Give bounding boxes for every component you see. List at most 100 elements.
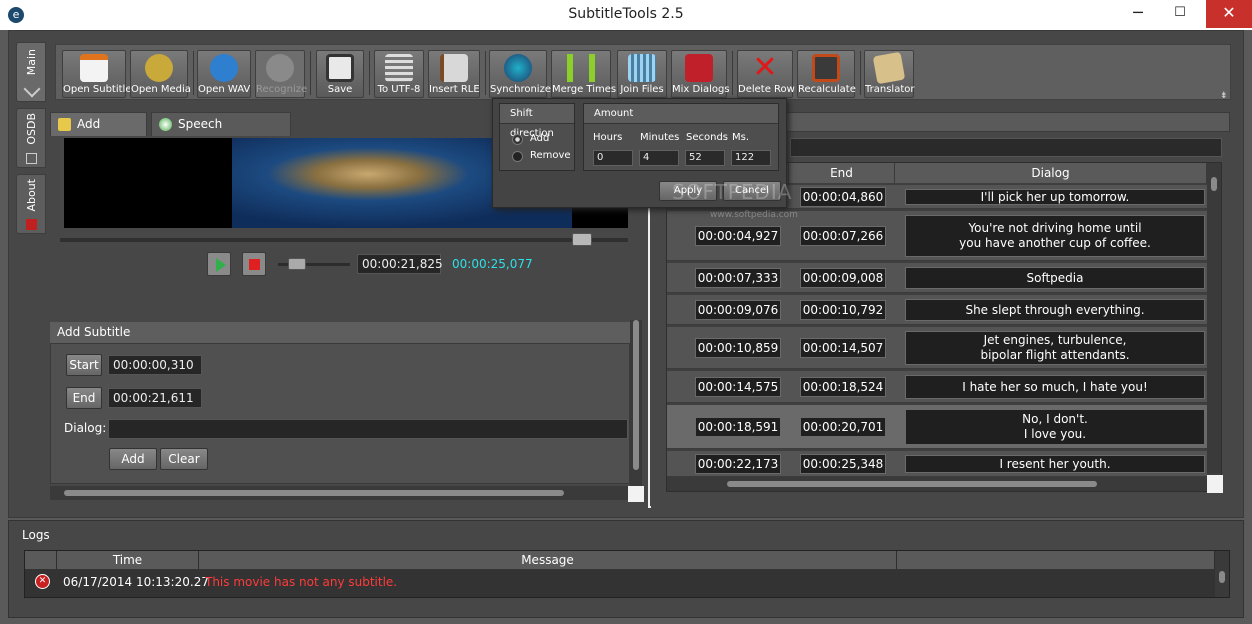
log-time: 06/17/2014 10:13:20.27: [63, 575, 209, 589]
add-radio[interactable]: [512, 134, 523, 145]
end-time-cell[interactable]: 00:00:09,008: [800, 268, 886, 288]
open-wav-label: Open WAV: [198, 84, 251, 95]
logs-header-icon-col: [25, 551, 57, 569]
start-time-cell[interactable]: 00:00:14,575: [695, 377, 781, 397]
clear-button[interactable]: Clear: [160, 448, 208, 470]
side-tab-main[interactable]: Main: [16, 42, 46, 102]
side-tab-about[interactable]: About: [16, 174, 46, 234]
play-button[interactable]: [207, 252, 231, 276]
insert-rle-label: Insert RLE: [429, 84, 480, 95]
grid-hscroll-thumb[interactable]: [727, 481, 1097, 487]
toolbar-separator: [193, 51, 194, 95]
dialog-label: Dialog:: [64, 421, 107, 435]
close-button[interactable]: ✕: [1206, 0, 1252, 28]
stop-icon: [249, 259, 260, 270]
save-button[interactable]: Save: [316, 50, 364, 98]
join-files-button[interactable]: Join Files: [617, 50, 667, 98]
dialog-cell[interactable]: I hate her so much, I hate you!: [905, 375, 1205, 399]
dialog-cell[interactable]: You're not driving home until you have a…: [905, 215, 1205, 257]
end-time-field[interactable]: 00:00:21,611: [108, 388, 202, 408]
end-time-cell[interactable]: 00:00:25,348: [800, 454, 886, 474]
mix-dialogs-button[interactable]: Mix Dialogs: [671, 50, 730, 98]
delete-row-button[interactable]: ✕ Delete Row: [737, 50, 795, 98]
tab-add-subtitle[interactable]: Add Subtitle: [50, 112, 147, 153]
translator-button[interactable]: Translator: [864, 50, 914, 98]
end-time-cell[interactable]: 00:00:07,266: [800, 226, 886, 246]
grid-horizontal-scrollbar[interactable]: [667, 477, 1207, 491]
dialog-cell[interactable]: Jet engines, turbulence, bipolar flight …: [905, 331, 1205, 365]
volume-thumb[interactable]: [288, 258, 306, 270]
synchronize-label: Synchronize: [490, 84, 551, 95]
recognize-button[interactable]: Recognize: [255, 50, 307, 98]
maximize-button[interactable]: ☐: [1160, 0, 1200, 28]
ms-field[interactable]: 122: [731, 150, 771, 166]
logs-header: Logs: [22, 528, 50, 542]
start-time-cell[interactable]: 00:00:04,927: [695, 226, 781, 246]
dialog-cell[interactable]: I'll pick her up tomorrow.: [905, 189, 1205, 205]
start-time-cell[interactable]: 00:00:22,173: [695, 454, 781, 474]
remove-radio[interactable]: [512, 151, 523, 162]
remove-radio-label[interactable]: Remove: [530, 150, 571, 161]
start-time-field[interactable]: 00:00:00,310: [108, 355, 202, 375]
grid-header-dialog[interactable]: Dialog: [895, 163, 1207, 183]
stop-button[interactable]: [242, 252, 266, 276]
open-subtitle-label: Open Subtitle: [63, 84, 132, 95]
dialog-cell[interactable]: I resent her youth.: [905, 455, 1205, 473]
seek-track[interactable]: [60, 238, 628, 242]
open-media-button[interactable]: Open Media: [130, 50, 191, 98]
end-time-cell[interactable]: 00:00:14,507: [800, 338, 886, 358]
grid-row[interactable]: 00:00:18,591 00:00:20,701 No, I don't. I l…: [667, 405, 1207, 449]
tab-speech-recognition[interactable]: Speech Recognition: [151, 112, 291, 153]
left-vscroll-thumb[interactable]: [633, 320, 639, 470]
dialog-cell[interactable]: Softpedia: [905, 267, 1205, 289]
recalculate-button[interactable]: Recalculate: [797, 50, 856, 98]
grid-row[interactable]: 00:00:10,859 00:00:14,507 Jet engines, tur…: [667, 327, 1207, 369]
minutes-field[interactable]: 4: [639, 150, 679, 166]
left-hscroll-thumb[interactable]: [64, 490, 564, 496]
logs-header-message[interactable]: Message: [199, 551, 897, 569]
dialog-cell[interactable]: No, I don't. I love you.: [905, 409, 1205, 445]
grid-row[interactable]: 00:00:14,575 00:00:18,524 I hate her so mu…: [667, 371, 1207, 403]
open-subtitle-button[interactable]: Open Subtitle: [62, 50, 132, 98]
logs-vscroll-thumb[interactable]: [1219, 571, 1225, 583]
basket-icon: [628, 54, 656, 82]
side-tab-osdb[interactable]: OSDB: [16, 108, 46, 168]
start-button[interactable]: Start: [66, 354, 102, 376]
seconds-field[interactable]: 52: [685, 150, 725, 166]
hours-field[interactable]: 0: [593, 150, 633, 166]
seek-thumb[interactable]: [572, 233, 592, 246]
grid-vscroll-thumb[interactable]: [1211, 177, 1217, 191]
synchronize-button[interactable]: Synchronize: [489, 50, 551, 98]
start-time-cell[interactable]: 00:00:07,333: [695, 268, 781, 288]
start-time-cell[interactable]: 00:00:10,859: [695, 338, 781, 358]
toolbar-overflow-icon[interactable]: ⇟: [1220, 91, 1228, 101]
dialog-cell[interactable]: She slept through everything.: [905, 299, 1205, 321]
logs-header-time[interactable]: Time: [57, 551, 199, 569]
grid-header-end[interactable]: End: [789, 163, 895, 183]
dialog-field[interactable]: [108, 419, 628, 439]
add-radio-label[interactable]: Add: [530, 133, 549, 144]
grid-vertical-scrollbar[interactable]: [1207, 163, 1221, 473]
left-vertical-scrollbar[interactable]: [630, 320, 642, 486]
start-time-cell[interactable]: 00:00:18,591: [695, 417, 781, 437]
minimize-button[interactable]: ─: [1118, 0, 1158, 28]
logs-vertical-scrollbar[interactable]: [1215, 551, 1229, 597]
grid-row[interactable]: 00:00:09,076 00:00:10,792 She slept throug…: [667, 295, 1207, 325]
left-horizontal-scrollbar[interactable]: [50, 486, 628, 500]
end-time-cell[interactable]: 00:00:18,524: [800, 377, 886, 397]
sync-icon: [504, 54, 532, 82]
grid-filter-field[interactable]: [790, 138, 1222, 157]
end-button[interactable]: End: [66, 387, 102, 409]
add-button[interactable]: Add: [109, 448, 157, 470]
grid-row[interactable]: 00:00:22,173 00:00:25,348 I resent her you…: [667, 451, 1207, 477]
merge-times-label: Merge Times: [552, 84, 617, 95]
grid-row[interactable]: 00:00:07,333 00:00:09,008 Softpedia: [667, 263, 1207, 293]
insert-rle-button[interactable]: Insert RLE: [428, 50, 480, 98]
to-utf8-button[interactable]: To UTF-8: [374, 50, 424, 98]
start-time-cell[interactable]: 00:00:09,076: [695, 300, 781, 320]
end-time-cell[interactable]: 00:00:20,701: [800, 417, 886, 437]
open-wav-button[interactable]: Open WAV: [197, 50, 251, 98]
merge-times-button[interactable]: Merge Times: [551, 50, 617, 98]
end-time-cell[interactable]: 00:00:04,860: [800, 187, 886, 207]
end-time-cell[interactable]: 00:00:10,792: [800, 300, 886, 320]
